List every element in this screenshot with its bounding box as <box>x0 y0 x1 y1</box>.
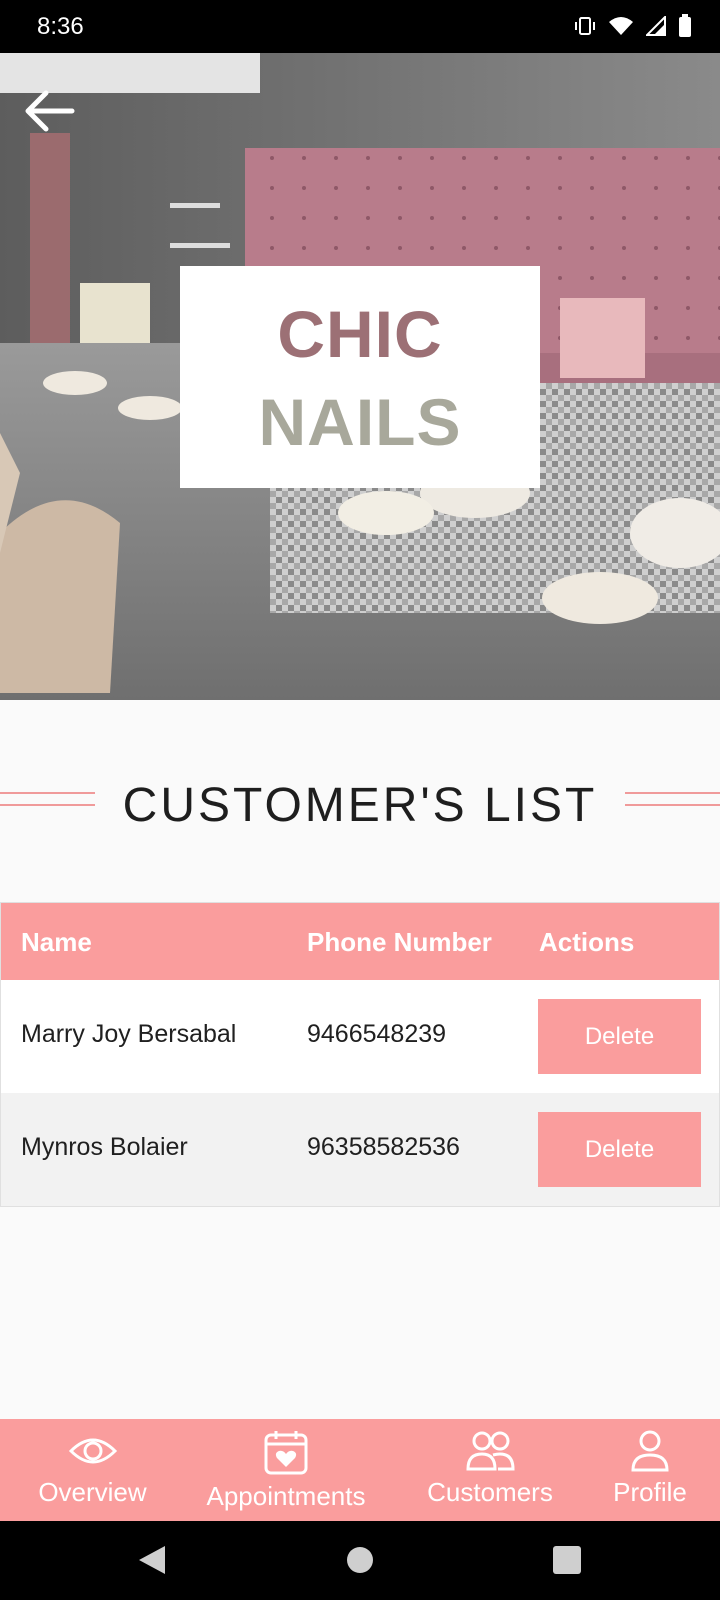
column-header-phone: Phone Number <box>307 927 492 957</box>
bottom-nav: Overview Appointments Customers Profile <box>0 1419 720 1521</box>
system-home-icon[interactable] <box>346 1546 374 1574</box>
logo-text-nails: NAILS <box>258 385 462 459</box>
battery-icon <box>679 14 691 37</box>
customer-phone: 9466548239 <box>307 1020 447 1048</box>
section-header: CUSTOMER'S LIST <box>0 760 720 846</box>
nav-label: Appointments <box>206 1481 366 1511</box>
nav-label: Profile <box>613 1477 687 1507</box>
table-row: Marry Joy Bersabal 9466548239 Delete <box>1 980 719 1093</box>
user-icon <box>631 1430 669 1472</box>
logo-box: CHIC NAILS <box>180 266 540 488</box>
system-back-icon[interactable] <box>137 1544 167 1576</box>
arrow-left-icon <box>25 90 75 132</box>
status-bar: 8:36 <box>0 0 720 53</box>
logo-text-chic: CHIC <box>277 297 443 371</box>
table-row: Mynros Bolaier 96358582536 Delete <box>1 1093 719 1206</box>
system-nav-bar <box>0 1521 720 1600</box>
customer-table: Name Phone Number Actions Marry Joy Bers… <box>0 902 720 1207</box>
nav-label: Overview <box>38 1477 147 1507</box>
nav-item-profile[interactable]: Profile <box>600 1419 700 1521</box>
hero-image: CHIC NAILS <box>0 53 720 700</box>
nav-item-overview[interactable]: Overview <box>20 1419 165 1521</box>
calendar-heart-icon <box>264 1431 308 1475</box>
status-icons <box>574 14 692 38</box>
customer-phone: 96358582536 <box>307 1133 460 1161</box>
delete-button[interactable]: Delete <box>538 1112 701 1187</box>
nav-label: Customers <box>427 1477 553 1507</box>
column-header-name: Name <box>21 927 92 957</box>
status-time: 8:36 <box>37 13 84 40</box>
customer-name: Marry Joy Bersabal <box>21 1020 237 1048</box>
vibrate-icon <box>575 17 595 35</box>
delete-button[interactable]: Delete <box>538 999 701 1074</box>
back-button[interactable] <box>18 83 78 139</box>
table-header: Name Phone Number Actions <box>1 903 719 980</box>
column-header-actions: Actions <box>539 927 635 957</box>
wifi-icon <box>609 17 633 35</box>
page-title: CUSTOMER'S LIST <box>122 779 598 832</box>
system-recents-icon[interactable] <box>553 1546 581 1574</box>
nav-item-appointments[interactable]: Appointments <box>192 1419 380 1521</box>
eye-icon <box>68 1438 117 1464</box>
customer-name: Mynros Bolaier <box>21 1133 188 1161</box>
users-icon <box>466 1431 515 1471</box>
nav-item-customers[interactable]: Customers <box>415 1419 565 1521</box>
signal-icon <box>646 16 666 36</box>
